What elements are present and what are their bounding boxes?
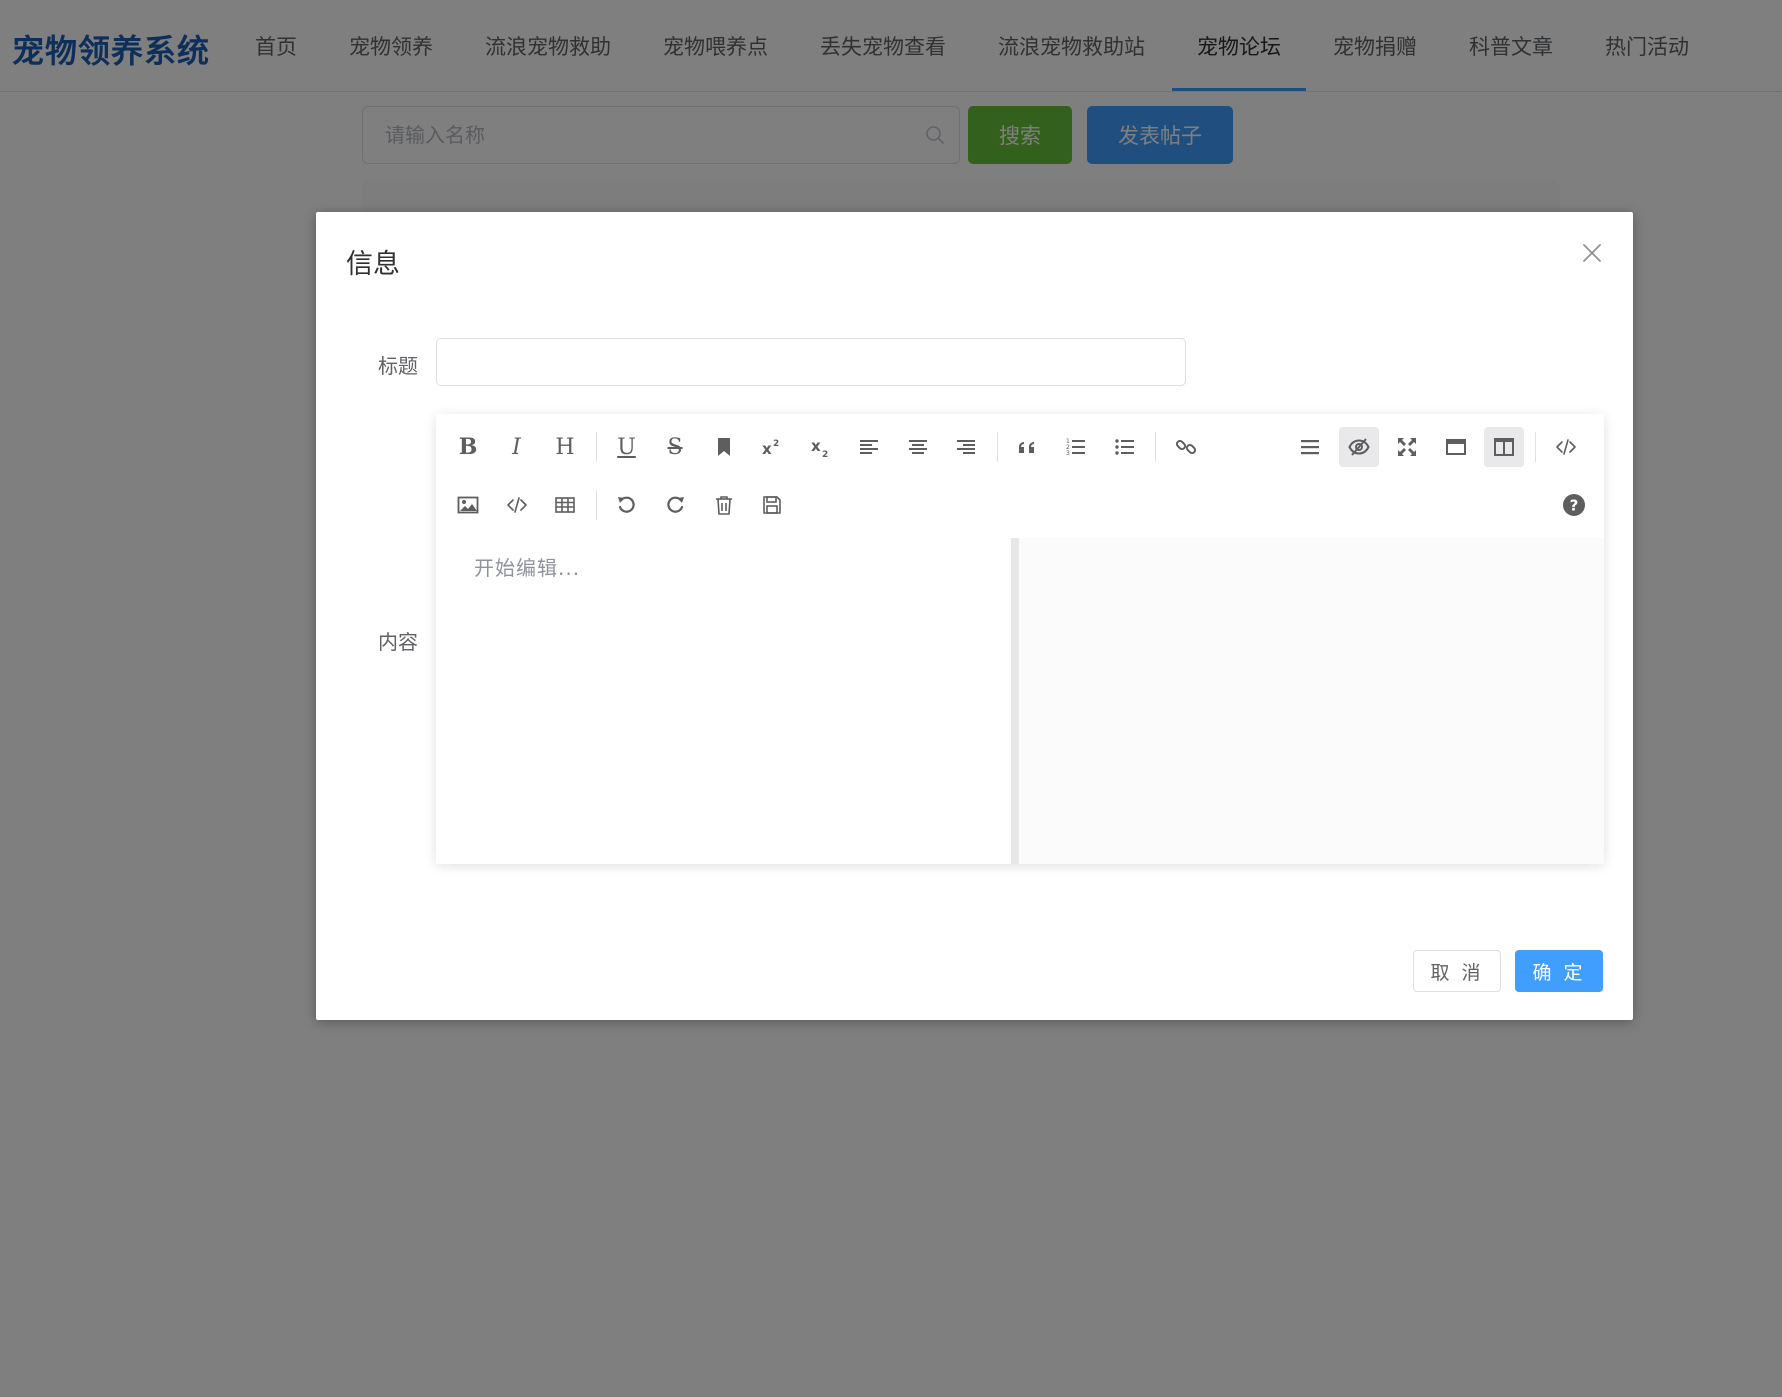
editor-split-bar[interactable] (1011, 538, 1019, 864)
bold-icon[interactable]: B (448, 427, 488, 467)
navigation-icon[interactable] (1290, 427, 1330, 467)
save-icon[interactable] (752, 485, 792, 525)
strikethrough-icon[interactable]: S (655, 427, 695, 467)
editor-toolbar-row-2 (448, 483, 801, 527)
svg-text:3: 3 (1066, 450, 1070, 457)
toolbar-divider (996, 432, 998, 462)
preview-toggle-icon[interactable] (1338, 427, 1379, 467)
unordered-list-icon[interactable] (1105, 427, 1145, 467)
markdown-editor: B I H U S x2 x2 1 2 3 ? 开始编辑... (436, 414, 1604, 864)
split-view-icon[interactable] (1484, 427, 1524, 467)
table-icon[interactable] (545, 485, 585, 525)
editor-toolbar: B I H U S x2 x2 1 2 3 ? (436, 414, 1604, 538)
post-dialog: 信息 标题 内容 B I H U S x2 x2 1 2 3 ? 开始编辑...… (316, 212, 1633, 1020)
subscript-icon[interactable]: x2 (801, 427, 841, 467)
align-right-icon[interactable] (946, 427, 986, 467)
trash-icon[interactable] (704, 485, 744, 525)
toolbar-divider (595, 432, 597, 462)
html-code-icon[interactable] (1546, 427, 1586, 467)
cancel-button[interactable]: 取 消 (1413, 950, 1501, 992)
help-icon[interactable]: ? (1562, 493, 1586, 517)
content-label: 内容 (378, 630, 418, 654)
align-left-icon[interactable] (849, 427, 889, 467)
title-label: 标题 (378, 354, 418, 378)
svg-text:x: x (762, 440, 772, 458)
toolbar-divider (1534, 432, 1536, 462)
editor-toolbar-right (1290, 425, 1594, 469)
image-icon[interactable] (448, 485, 488, 525)
toolbar-divider (1155, 432, 1156, 462)
superscript-icon[interactable]: x2 (752, 427, 792, 467)
dialog-title: 信息 (346, 249, 400, 280)
read-mode-icon[interactable] (1436, 427, 1476, 467)
svg-text:x: x (811, 437, 821, 455)
svg-text:2: 2 (773, 439, 779, 449)
editor-input-pane[interactable]: 开始编辑... (436, 538, 1011, 864)
italic-icon[interactable]: I (497, 427, 537, 467)
svg-text:?: ? (1570, 497, 1579, 515)
underline-icon[interactable]: U (607, 427, 647, 467)
title-input[interactable] (436, 338, 1186, 386)
mark-icon[interactable] (704, 427, 744, 467)
align-center-icon[interactable] (898, 427, 938, 467)
redo-icon[interactable] (655, 485, 695, 525)
ordered-list-icon[interactable]: 123 (1056, 427, 1096, 467)
close-icon[interactable] (1581, 242, 1603, 264)
header-icon[interactable]: H (545, 427, 585, 467)
editor-toolbar-row-1: B I H U S x2 x2 1 2 3 (448, 425, 1215, 469)
toolbar-divider (595, 490, 597, 520)
confirm-button[interactable]: 确 定 (1515, 950, 1603, 992)
editor-preview-pane (1019, 538, 1604, 864)
editor-placeholder: 开始编辑... (474, 556, 581, 580)
fullscreen-icon[interactable] (1387, 427, 1427, 467)
undo-icon[interactable] (607, 485, 647, 525)
quote-icon[interactable] (1008, 427, 1048, 467)
svg-text:2: 2 (822, 450, 828, 458)
link-icon[interactable] (1166, 427, 1206, 467)
code-icon[interactable] (497, 485, 537, 525)
